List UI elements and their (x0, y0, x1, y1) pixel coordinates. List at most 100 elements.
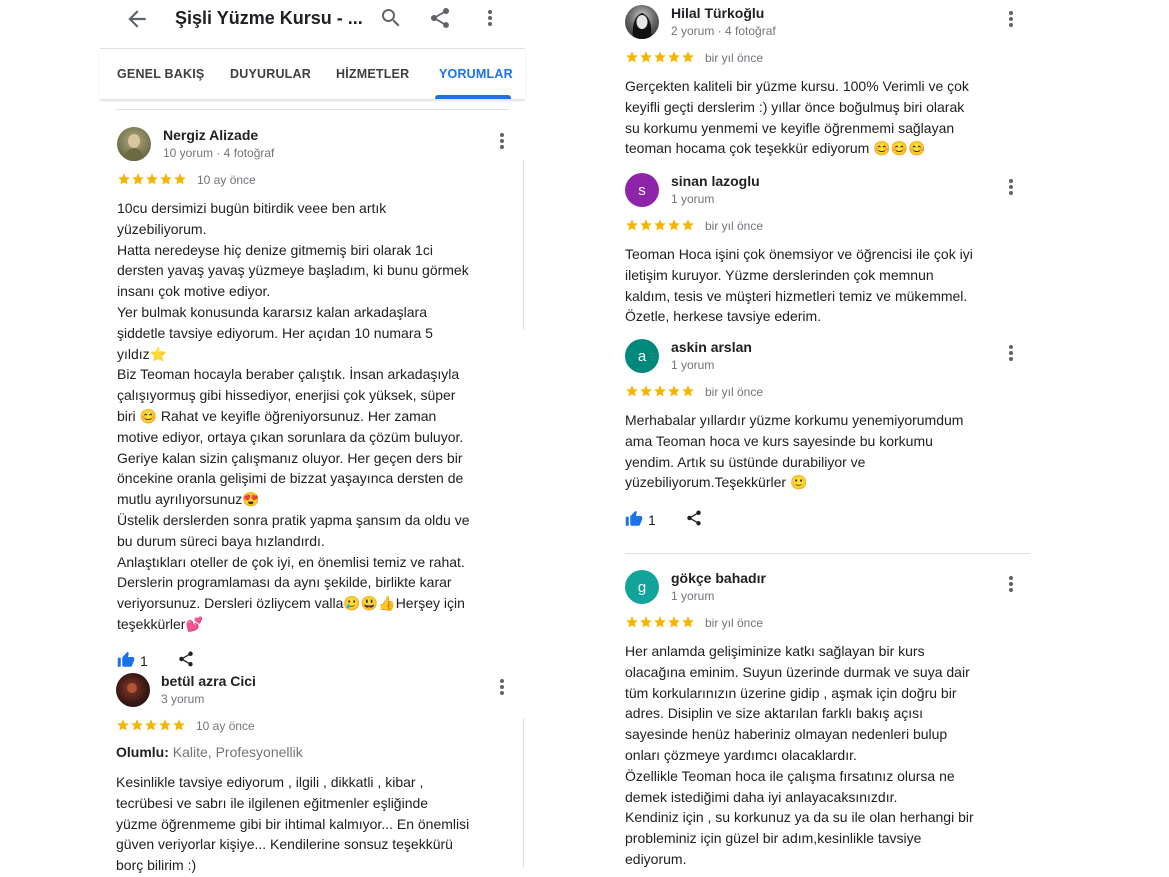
profile-photo-icon (127, 683, 137, 693)
avatar[interactable]: g (625, 570, 659, 604)
review-text-line: çalışıyormuş gibi hissediyor, enerjisi ç… (117, 387, 456, 404)
review-text-line: onları çözmeye yardımcı olacaklardır. (625, 746, 857, 763)
scroll-edge (523, 160, 524, 330)
star-icon (654, 51, 666, 63)
avatar[interactable] (625, 5, 659, 39)
star-rating (625, 50, 695, 66)
review-text-line: 10cu dersimizi bugün bitirdik veee ben a… (117, 200, 387, 216)
star-rating (116, 718, 186, 734)
review-text: Teoman Hoca işini çok önemsiyor ve öğren… (625, 244, 973, 327)
tab-updates[interactable]: DUYURULAR (230, 67, 311, 81)
review-text-line: Kendiniz için , su korkunuz ya da su ile… (625, 809, 974, 826)
reviewer-meta: 1 yorum (671, 358, 715, 372)
review-text-line: Hatta neredeyse hiç denize gitmemiş biri… (117, 241, 433, 258)
review-text-line: motive ediyor, ortaya çıkan sorunlara da… (117, 428, 464, 445)
reviewer-name[interactable]: Hilal Türkoğlu (671, 5, 764, 21)
avatar[interactable]: a (625, 339, 659, 373)
star-icon (640, 219, 652, 231)
like-count: 1 (140, 653, 148, 669)
more-vert-icon[interactable] (499, 677, 505, 697)
review-text: Gerçekten kaliteli bir yüzme kursu. 100%… (625, 76, 969, 159)
review-text: Her anlamda gelişiminize katkı sağlayan … (625, 641, 974, 870)
review-text-line: olacağına eminim. Suyun üzerinde durmak … (625, 663, 970, 680)
star-icon (132, 173, 144, 185)
share-icon[interactable] (685, 509, 703, 527)
thumbs-up-icon[interactable] (117, 651, 135, 669)
review-text-line: probleminiz için güzel bir adım,kesinlik… (625, 830, 922, 847)
review-highlights: Olumlu: Kalite, Profesyonellik (116, 744, 303, 760)
review-text-line: adres. Disiplin ve size aktarılan farklı… (625, 705, 924, 722)
share-icon[interactable] (177, 650, 195, 668)
reviewer-name[interactable]: betül azra Cici (161, 673, 256, 689)
more-vert-icon[interactable] (478, 6, 502, 30)
review-text-line: sayesinde henüz haberiniz olmayan nedenl… (625, 726, 948, 743)
star-icon (682, 51, 694, 63)
star-icon (626, 616, 638, 628)
more-vert-icon[interactable] (1008, 177, 1014, 197)
star-icon (146, 173, 158, 185)
review-text-line: Kesinlikle tavsiye ediyorum , ilgili , d… (116, 774, 424, 790)
page-title: Şişli Yüzme Kursu - ... (175, 8, 363, 28)
star-icon (682, 385, 694, 397)
highlight-value: Kalite, Profesyonellik (168, 744, 303, 760)
review-text-line: Üstelik derslerden sonra pratik yapma şa… (117, 511, 470, 528)
review-text-line: Teoman Hoca işini çok önemsiyor ve öğren… (625, 246, 973, 262)
star-icon (117, 719, 129, 731)
review-time: 10 ay önce (197, 173, 256, 187)
star-icon (640, 616, 652, 628)
review-time: bir yıl önce (705, 616, 764, 630)
reviewer-name[interactable]: gökçe bahadır (671, 570, 766, 586)
review-text-line: veriyorsunuz. Dersleri özliycem valla🥲😃👍… (117, 595, 465, 612)
review-text-line: borç bilirim :) (116, 857, 197, 874)
star-icon (654, 219, 666, 231)
star-icon (668, 51, 680, 63)
star-icon (626, 51, 638, 63)
star-rating (625, 384, 695, 400)
star-icon (118, 173, 130, 185)
avatar[interactable]: s (625, 173, 659, 207)
review-text-line: ama Teoman hoca ve kurs sayesinde bu kor… (625, 432, 933, 449)
tab-services[interactable]: HİZMETLER (336, 67, 409, 81)
reviewer-meta: 10 yorum · 4 fotoğraf (163, 146, 275, 160)
review-text-line: güven veriyorlar kişiye... Kendilerine s… (116, 836, 453, 853)
more-vert-icon[interactable] (1008, 574, 1014, 594)
star-icon (668, 219, 680, 231)
review-text-line: teşekkürler💕 (117, 615, 203, 632)
review-text-line: Gerçekten kaliteli bir yüzme kursu. 100%… (625, 78, 969, 94)
review-text-line: iletişim kuruyor. Yüzme derslerinden çok… (625, 266, 934, 283)
left-screen: Şişli Yüzme Kursu - ... GENEL BAKIŞ DUYU… (100, 0, 525, 877)
review-text-line: Özetle, herkese tavsiye ederim. (625, 308, 822, 325)
more-vert-icon[interactable] (1008, 9, 1014, 29)
review-text-line: tüm korkularınızın üzerine gidip , aşmak… (625, 684, 957, 701)
review-time: 10 ay önce (196, 719, 255, 733)
search-icon[interactable] (379, 6, 403, 30)
star-icon (682, 616, 694, 628)
share-icon[interactable] (428, 6, 452, 30)
tab-overview[interactable]: GENEL BAKIŞ (117, 67, 204, 81)
tab-reviews[interactable]: YORUMLAR (439, 67, 513, 81)
review-text: 10cu dersimizi bugün bitirdik veee ben a… (117, 198, 470, 635)
review-text-line: teoman hocama çok teşekkür ediyorum 😊😊😊 (625, 140, 926, 157)
profile-photo-icon (123, 134, 145, 161)
star-icon (173, 719, 185, 731)
star-icon (668, 616, 680, 628)
review-text-line: yüzme öğrenmeme gibi bir ihtimal kalmıyo… (116, 815, 470, 832)
reviewer-name[interactable]: askin arslan (671, 339, 752, 355)
review-text-line: Geriye kalan sizin çalışmanız oluyor. He… (117, 449, 463, 466)
review-time: bir yıl önce (705, 219, 764, 233)
reviewer-name[interactable]: sinan lazoglu (671, 173, 760, 189)
back-arrow-icon[interactable] (124, 6, 150, 32)
star-icon (640, 51, 652, 63)
avatar[interactable] (116, 673, 150, 707)
star-rating (625, 218, 695, 234)
reviewer-meta: 1 yorum (671, 589, 715, 603)
review-text-line: mutlu ayrılıyorsunuz😍 (117, 491, 260, 508)
like-count: 1 (648, 512, 656, 528)
avatar[interactable] (117, 127, 151, 161)
more-vert-icon[interactable] (1008, 343, 1014, 363)
reviewer-meta: 1 yorum (671, 192, 715, 206)
more-vert-icon[interactable] (499, 131, 505, 151)
review-text-line: yıldız⭐ (117, 345, 168, 362)
reviewer-name[interactable]: Nergiz Alizade (163, 127, 258, 143)
thumbs-up-icon[interactable] (625, 510, 643, 528)
